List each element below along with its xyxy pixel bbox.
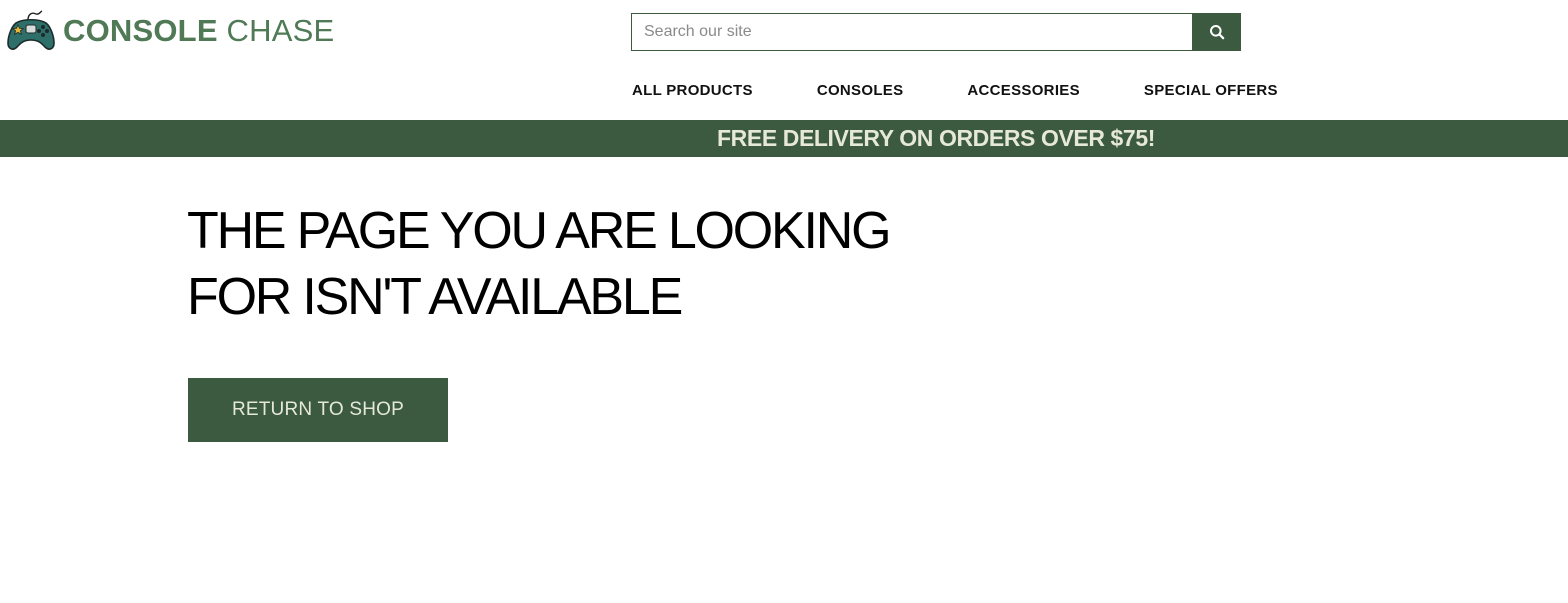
page-title: THE PAGE YOU ARE LOOKING FOR ISN'T AVAILA… [187, 198, 907, 330]
page-title-line-2: FOR ISN'T AVAILABLE [187, 268, 683, 326]
page-title-line-1: THE PAGE YOU ARE LOOKING [187, 202, 892, 260]
search-icon [1209, 25, 1224, 40]
gamepad-icon [7, 10, 55, 50]
site-logo[interactable]: CONSOLE CHASE [6, 10, 334, 52]
logo-text-bold: CONSOLE [63, 13, 218, 48]
nav-item-consoles[interactable]: CONSOLES [817, 81, 904, 101]
nav-item-accessories[interactable]: ACCESSORIES [967, 81, 1080, 101]
main-nav: ALL PRODUCTS CONSOLES ACCESSORIES SPECIA… [632, 81, 1278, 101]
search-form [631, 13, 1241, 51]
logo-text: CONSOLE CHASE [63, 10, 334, 52]
search-button[interactable] [1192, 13, 1241, 51]
nav-item-special-offers[interactable]: SPECIAL OFFERS [1144, 81, 1278, 101]
promo-banner: FREE DELIVERY ON ORDERS OVER $75! [0, 120, 1568, 157]
page: CONSOLE CHASE ALL PRODUCTS CONSOLES ACCE… [0, 0, 1568, 603]
logo-text-light: CHASE [226, 13, 335, 48]
promo-text: FREE DELIVERY ON ORDERS OVER $75! [717, 125, 1155, 151]
nav-item-all-products[interactable]: ALL PRODUCTS [632, 81, 753, 101]
search-input[interactable] [631, 13, 1192, 51]
return-to-shop-button[interactable]: RETURN TO SHOP [188, 378, 448, 442]
